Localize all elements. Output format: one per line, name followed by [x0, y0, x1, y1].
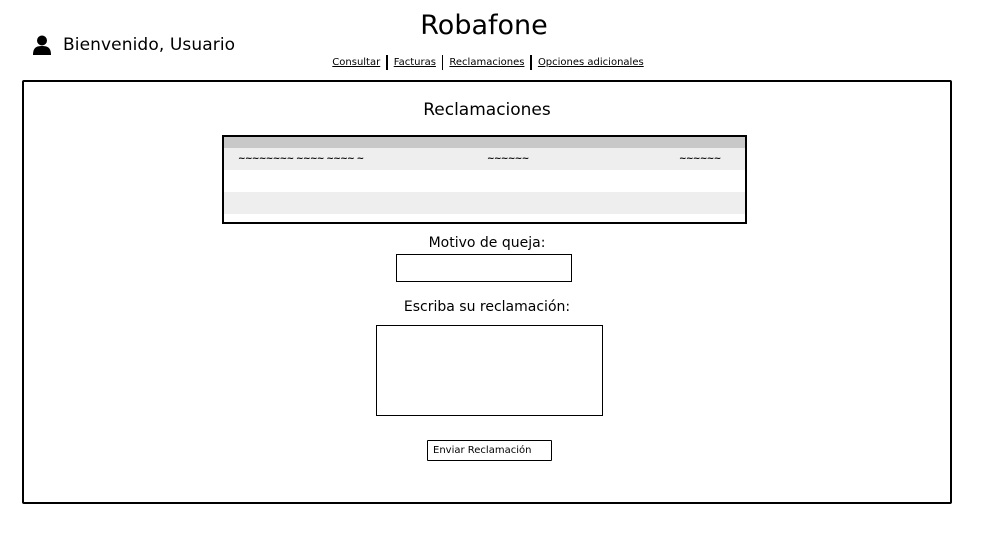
nav-link-facturas[interactable]: Facturas [388, 57, 442, 68]
table-cell: ~~~~~~ [487, 154, 529, 164]
app-title: Robafone [420, 10, 548, 41]
submit-claim-button[interactable]: Enviar Reclamación [427, 440, 552, 461]
reclamacion-label: Escriba su reclamación: [403, 299, 571, 315]
motivo-input[interactable] [396, 254, 572, 282]
claims-table: ~~~~~~~~ ~~~~ ~~~~ ~ ~~~~~~ ~~~~~~ [222, 135, 747, 224]
nav-link-reclamaciones[interactable]: Reclamaciones [443, 57, 530, 68]
reclamacion-textarea[interactable] [376, 325, 603, 416]
table-cell: ~~~~~~ [679, 154, 721, 164]
table-row[interactable] [224, 170, 745, 192]
nav-link-opciones-adicionales[interactable]: Opciones adicionales [532, 57, 650, 68]
nav-link-consultar[interactable]: Consultar [326, 57, 386, 68]
claims-panel: Reclamaciones ~~~~~~~~ ~~~~ ~~~~ ~ ~~~~~… [22, 80, 952, 504]
table-row[interactable] [224, 192, 745, 214]
table-row[interactable]: ~~~~~~~~ ~~~~ ~~~~ ~ ~~~~~~ ~~~~~~ [224, 148, 745, 170]
top-nav: Consultar Facturas Reclamaciones Opcione… [0, 55, 976, 70]
table-cell: ~~~~~~~~ ~~~~ ~~~~ ~ [238, 154, 364, 164]
table-header [224, 137, 745, 148]
panel-title: Reclamaciones [423, 100, 551, 120]
motivo-label: Motivo de queja: [428, 235, 546, 251]
